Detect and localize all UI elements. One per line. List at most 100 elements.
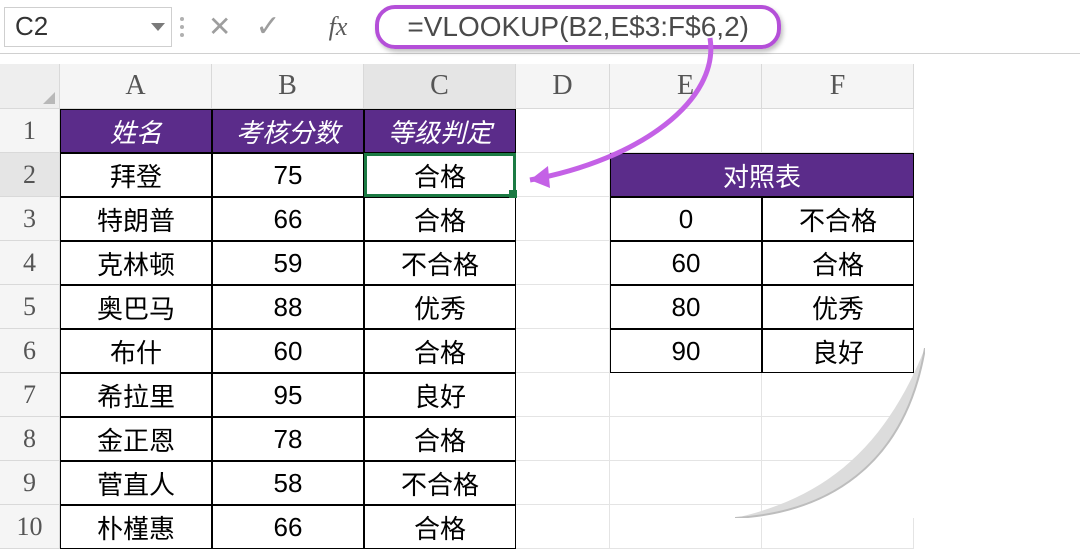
cell-E8[interactable] bbox=[610, 417, 762, 461]
row-header-1[interactable]: 1 bbox=[0, 109, 60, 153]
cell-F6[interactable]: 良好 bbox=[762, 329, 914, 373]
cell-F5[interactable]: 优秀 bbox=[762, 285, 914, 329]
cell-D10[interactable] bbox=[516, 505, 610, 549]
cell-E4[interactable]: 60 bbox=[610, 241, 762, 285]
row-5: 5 奥巴马 88 优秀 80 优秀 bbox=[0, 285, 1080, 329]
row-header-6[interactable]: 6 bbox=[0, 329, 60, 373]
row-header-5[interactable]: 5 bbox=[0, 285, 60, 329]
col-header-D[interactable]: D bbox=[516, 64, 610, 109]
formula-bar: C2 ✕ ✓ fx =VLOOKUP(B2,E$3:F$6,2) bbox=[0, 0, 1080, 54]
cell-F10[interactable] bbox=[762, 505, 914, 549]
cell-C3[interactable]: 合格 bbox=[364, 197, 516, 241]
cell-F3[interactable]: 不合格 bbox=[762, 197, 914, 241]
cell-B7[interactable]: 95 bbox=[212, 373, 364, 417]
cell-B8[interactable]: 78 bbox=[212, 417, 364, 461]
row-header-4[interactable]: 4 bbox=[0, 241, 60, 285]
cell-D7[interactable] bbox=[516, 373, 610, 417]
cell-E1[interactable] bbox=[610, 109, 762, 153]
cell-B5[interactable]: 88 bbox=[212, 285, 364, 329]
cell-A5[interactable]: 奥巴马 bbox=[60, 285, 212, 329]
cell-E6[interactable]: 90 bbox=[610, 329, 762, 373]
cell-A2[interactable]: 拜登 bbox=[60, 153, 212, 197]
row-1: 1 姓名 考核分数 等级判定 bbox=[0, 109, 1080, 153]
header-score[interactable]: 考核分数 bbox=[212, 109, 364, 153]
cell-D3[interactable] bbox=[516, 197, 610, 241]
cell-C9[interactable]: 不合格 bbox=[364, 461, 516, 505]
cell-F7[interactable] bbox=[762, 373, 914, 417]
row-header-7[interactable]: 7 bbox=[0, 373, 60, 417]
cell-D8[interactable] bbox=[516, 417, 610, 461]
cell-A9[interactable]: 菅直人 bbox=[60, 461, 212, 505]
header-grade[interactable]: 等级判定 bbox=[364, 109, 516, 153]
column-headers: A B C D E F bbox=[0, 64, 1080, 109]
col-header-A[interactable]: A bbox=[60, 64, 212, 109]
row-header-10[interactable]: 10 bbox=[0, 505, 60, 549]
cell-C4[interactable]: 不合格 bbox=[364, 241, 516, 285]
formula-input[interactable]: =VLOOKUP(B2,E$3:F$6,2) bbox=[375, 5, 781, 49]
cell-B3[interactable]: 66 bbox=[212, 197, 364, 241]
cell-A7[interactable]: 希拉里 bbox=[60, 373, 212, 417]
formula-text: =VLOOKUP(B2,E$3:F$6,2) bbox=[407, 11, 749, 43]
cell-D4[interactable] bbox=[516, 241, 610, 285]
cell-A3[interactable]: 特朗普 bbox=[60, 197, 212, 241]
cell-B10[interactable]: 66 bbox=[212, 505, 364, 549]
row-6: 6 布什 60 合格 90 良好 bbox=[0, 329, 1080, 373]
cell-C5[interactable]: 优秀 bbox=[364, 285, 516, 329]
row-4: 4 克林顿 59 不合格 60 合格 bbox=[0, 241, 1080, 285]
row-header-9[interactable]: 9 bbox=[0, 461, 60, 505]
cell-F1[interactable] bbox=[762, 109, 914, 153]
row-2: 2 拜登 75 合格 对照表 bbox=[0, 153, 1080, 197]
cell-A4[interactable]: 克林顿 bbox=[60, 241, 212, 285]
formula-bar-actions: ✕ ✓ fx bbox=[180, 9, 347, 44]
spreadsheet-grid[interactable]: A B C D E F 1 姓名 考核分数 等级判定 2 拜登 75 合格 对照… bbox=[0, 64, 1080, 549]
cell-D1[interactable] bbox=[516, 109, 610, 153]
cell-D5[interactable] bbox=[516, 285, 610, 329]
cell-B9[interactable]: 58 bbox=[212, 461, 364, 505]
cell-E7[interactable] bbox=[610, 373, 762, 417]
row-7: 7 希拉里 95 良好 bbox=[0, 373, 1080, 417]
col-header-F[interactable]: F bbox=[762, 64, 914, 109]
row-8: 8 金正恩 78 合格 bbox=[0, 417, 1080, 461]
cell-D9[interactable] bbox=[516, 461, 610, 505]
cell-A8[interactable]: 金正恩 bbox=[60, 417, 212, 461]
confirm-icon[interactable]: ✓ bbox=[255, 9, 280, 44]
row-header-8[interactable]: 8 bbox=[0, 417, 60, 461]
name-box-value: C2 bbox=[15, 11, 48, 42]
cancel-icon[interactable]: ✕ bbox=[208, 10, 231, 43]
cell-C6[interactable]: 合格 bbox=[364, 329, 516, 373]
cell-B2[interactable]: 75 bbox=[212, 153, 364, 197]
chevron-down-icon[interactable] bbox=[151, 23, 165, 31]
cell-C8[interactable]: 合格 bbox=[364, 417, 516, 461]
cell-A10[interactable]: 朴槿惠 bbox=[60, 505, 212, 549]
cell-B6[interactable]: 60 bbox=[212, 329, 364, 373]
cell-E5[interactable]: 80 bbox=[610, 285, 762, 329]
cell-F8[interactable] bbox=[762, 417, 914, 461]
cell-E3[interactable]: 0 bbox=[610, 197, 762, 241]
row-header-3[interactable]: 3 bbox=[0, 197, 60, 241]
cell-C10[interactable]: 合格 bbox=[364, 505, 516, 549]
row-10: 10 朴槿惠 66 合格 bbox=[0, 505, 1080, 549]
cell-C7[interactable]: 良好 bbox=[364, 373, 516, 417]
cell-C2[interactable]: 合格 bbox=[364, 153, 516, 197]
drag-dots-icon bbox=[180, 17, 184, 37]
rows: 1 姓名 考核分数 等级判定 2 拜登 75 合格 对照表 3 特朗普 66 合… bbox=[0, 109, 1080, 549]
cell-B4[interactable]: 59 bbox=[212, 241, 364, 285]
row-header-2[interactable]: 2 bbox=[0, 153, 60, 197]
cell-E9[interactable] bbox=[610, 461, 762, 505]
col-header-C[interactable]: C bbox=[364, 64, 516, 109]
row-3: 3 特朗普 66 合格 0 不合格 bbox=[0, 197, 1080, 241]
row-9: 9 菅直人 58 不合格 bbox=[0, 461, 1080, 505]
cell-A6[interactable]: 布什 bbox=[60, 329, 212, 373]
col-header-E[interactable]: E bbox=[610, 64, 762, 109]
cell-F4[interactable]: 合格 bbox=[762, 241, 914, 285]
cell-D6[interactable] bbox=[516, 329, 610, 373]
name-box[interactable]: C2 bbox=[4, 7, 172, 47]
lookup-title[interactable]: 对照表 bbox=[610, 153, 914, 197]
fx-label[interactable]: fx bbox=[305, 12, 348, 42]
cell-E10[interactable] bbox=[610, 505, 762, 549]
col-header-B[interactable]: B bbox=[212, 64, 364, 109]
header-name[interactable]: 姓名 bbox=[60, 109, 212, 153]
cell-D2[interactable] bbox=[516, 153, 610, 197]
cell-F9[interactable] bbox=[762, 461, 914, 505]
select-all-corner[interactable] bbox=[0, 64, 60, 109]
